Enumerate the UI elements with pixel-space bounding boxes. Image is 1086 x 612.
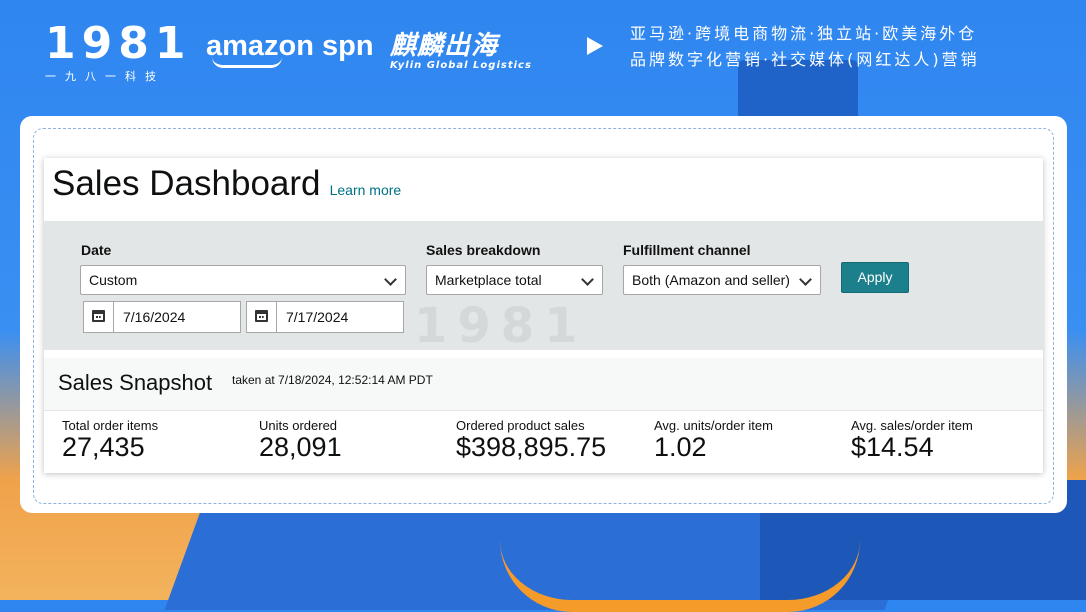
start-date-value: 7/16/2024 bbox=[123, 309, 186, 325]
metric-label: Avg. units/order item bbox=[654, 418, 773, 433]
page-title: Sales Dashboard bbox=[52, 164, 321, 203]
end-date-value: 7/17/2024 bbox=[286, 309, 349, 325]
sales-breakdown-label: Sales breakdown bbox=[426, 242, 541, 258]
fulfillment-channel-label: Fulfillment channel bbox=[623, 242, 751, 258]
watermark: 1981 bbox=[414, 298, 588, 354]
metric-avg-units-per-order-item: Avg. units/order item 1.02 bbox=[654, 418, 773, 463]
sales-dashboard-panel: Sales Dashboard Learn more Date Custom 7… bbox=[44, 158, 1043, 473]
metric-value: 1.02 bbox=[654, 432, 707, 462]
calendar-icon bbox=[255, 310, 268, 322]
fulfillment-channel-value: Both (Amazon and seller) bbox=[632, 272, 790, 288]
amazon-smile-decoration bbox=[500, 540, 860, 612]
kylin-cn-text: 麒麟出海 bbox=[390, 31, 499, 61]
chevron-down-icon bbox=[384, 273, 397, 286]
kylin-en-text: Kylin Global Logistics bbox=[390, 60, 532, 71]
title-row: Sales Dashboard Learn more bbox=[52, 164, 401, 224]
sales-breakdown-value: Marketplace total bbox=[435, 272, 542, 288]
metric-label: Avg. sales/order item bbox=[851, 418, 973, 433]
amazon-spn-logo: amazon spn bbox=[206, 30, 374, 68]
metric-label: Total order items bbox=[62, 418, 159, 433]
learn-more-link[interactable]: Learn more bbox=[330, 182, 402, 198]
start-date-field[interactable]: 7/16/2024 bbox=[83, 301, 241, 333]
metric-value: $398,895.75 bbox=[456, 432, 607, 462]
promo-banner: 1981 一九八一科技 amazon spn 麒麟出海 Kylin Global… bbox=[0, 0, 1086, 110]
date-range-value: Custom bbox=[89, 272, 138, 288]
metric-total-order-items: Total order items 27,435 bbox=[62, 418, 158, 463]
chevron-down-icon bbox=[799, 273, 812, 286]
metric-value: $14.54 bbox=[851, 432, 934, 462]
metric-avg-sales-per-order-item: Avg. sales/order item $14.54 bbox=[851, 418, 973, 463]
end-date-calendar-button[interactable] bbox=[247, 302, 277, 332]
fulfillment-channel-select[interactable]: Both (Amazon and seller) bbox=[623, 265, 821, 295]
tagline-line2: 品牌数字化营销·社交媒体(网红达人)营销 bbox=[630, 50, 980, 69]
chevron-down-icon bbox=[581, 273, 594, 286]
end-date-field[interactable]: 7/17/2024 bbox=[246, 301, 404, 333]
metric-label: Ordered product sales bbox=[456, 418, 585, 433]
sales-snapshot-header: Sales Snapshot taken at 7/18/2024, 12:52… bbox=[44, 358, 1043, 411]
metric-label: Units ordered bbox=[259, 418, 338, 433]
metric-value: 27,435 bbox=[62, 432, 145, 462]
sales-snapshot-title: Sales Snapshot bbox=[58, 370, 213, 395]
snapshot-timestamp: taken at 7/18/2024, 12:52:14 AM PDT bbox=[232, 373, 433, 387]
start-date-calendar-button[interactable] bbox=[84, 302, 114, 332]
apply-button[interactable]: Apply bbox=[841, 262, 909, 293]
calendar-icon bbox=[92, 310, 105, 322]
kylin-logo: 麒麟出海 Kylin Global Logistics bbox=[390, 25, 532, 71]
logo-number: 1981 bbox=[45, 18, 192, 69]
sales-breakdown-select[interactable]: Marketplace total bbox=[426, 265, 603, 295]
play-arrow-icon bbox=[587, 37, 603, 55]
date-range-select[interactable]: Custom bbox=[80, 265, 406, 295]
screenshot-card: Sales Dashboard Learn more Date Custom 7… bbox=[20, 116, 1067, 513]
tagline-line1: 亚马逊·跨境电商物流·独立站·欧美海外仓 bbox=[630, 24, 978, 43]
metric-units-ordered: Units ordered 28,091 bbox=[259, 418, 342, 463]
metric-ordered-product-sales: Ordered product sales $398,895.75 bbox=[456, 418, 606, 463]
tagline: 亚马逊·跨境电商物流·独立站·欧美海外仓 品牌数字化营销·社交媒体(网红达人)营… bbox=[630, 21, 980, 73]
amazon-spn-text: amazon spn bbox=[206, 30, 374, 62]
metric-value: 28,091 bbox=[259, 432, 342, 462]
logo-1981: 1981 一九八一科技 bbox=[45, 22, 191, 84]
date-label: Date bbox=[81, 242, 112, 258]
logo-subtitle: 一九八一科技 bbox=[45, 70, 165, 83]
